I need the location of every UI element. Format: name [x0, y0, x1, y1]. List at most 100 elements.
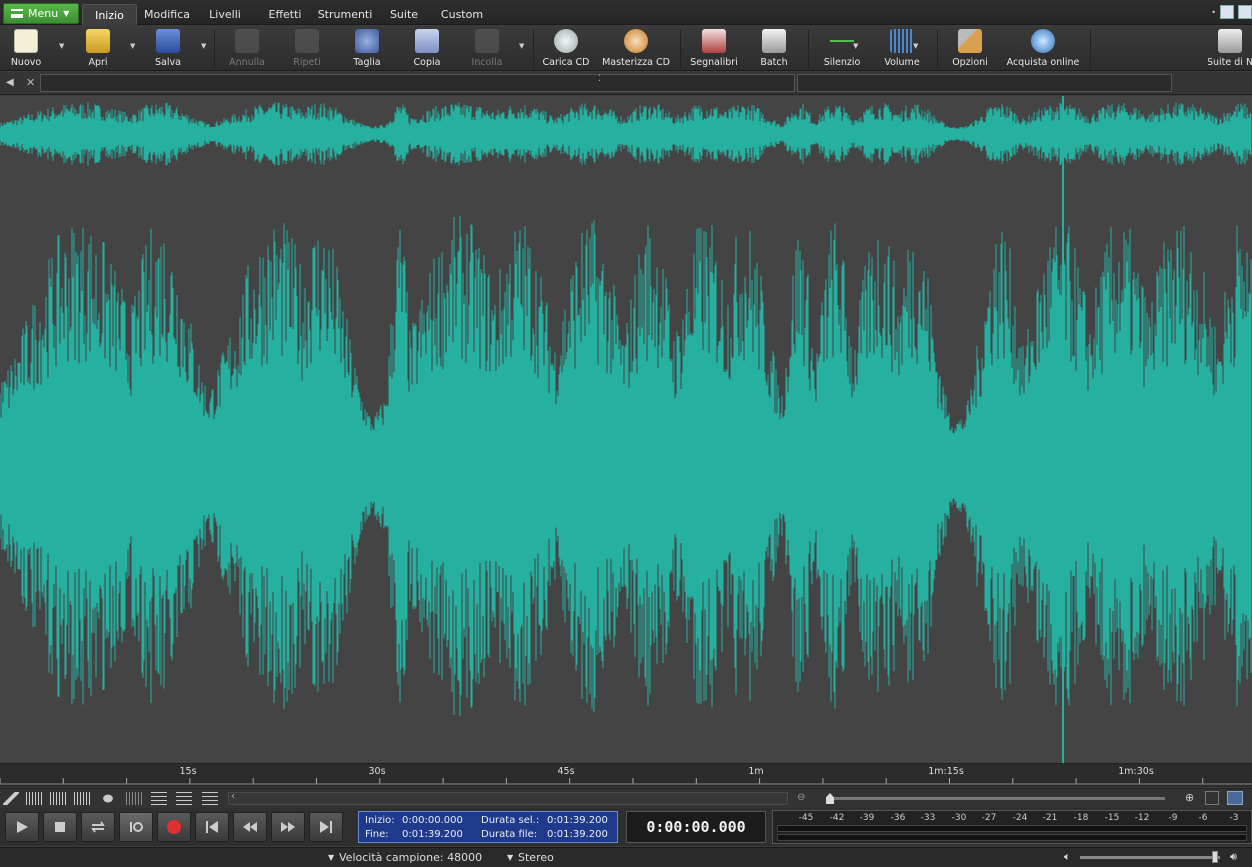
- meter-scale-label: -24: [1012, 813, 1028, 823]
- menu-button[interactable]: Menu ▼: [3, 3, 79, 24]
- volume-slider-thumb[interactable]: [1212, 851, 1218, 863]
- open-button[interactable]: Apri: [80, 28, 116, 69]
- overview-scroll-field-right[interactable]: [797, 74, 1172, 92]
- end-value[interactable]: 0:01:39.200: [402, 829, 463, 840]
- time-ruler[interactable]: 15s 30s 45s 1m 1m:15s 1m:30s: [0, 763, 1252, 787]
- copy-button[interactable]: Copia: [408, 28, 446, 69]
- overview-scroll-field[interactable]: [40, 74, 795, 92]
- restore-icon[interactable]: [1238, 5, 1252, 19]
- close-icon[interactable]: ✕: [26, 76, 35, 89]
- sample-rate-selector[interactable]: Velocità campione: 48000: [339, 851, 482, 864]
- horizontal-scrollbar[interactable]: ‹: [228, 791, 788, 805]
- options-button[interactable]: Opzioni: [948, 28, 992, 69]
- transport-bar: Inizio: 0:00:00.000 Durata sel.: 0:01:39…: [0, 808, 1252, 846]
- tab-custom[interactable]: Custom: [436, 4, 488, 25]
- zoom-out-icon[interactable]: ⊖: [797, 792, 805, 803]
- zoom-slider-thumb[interactable]: [826, 793, 834, 804]
- silence-label: Silenzio: [823, 57, 861, 68]
- waveform-canvas[interactable]: [0, 96, 1252, 763]
- loop-button[interactable]: [81, 812, 115, 842]
- meter-scale-label: -15: [1104, 813, 1120, 823]
- view-tools-strip: ‹ ⊖ ⊕: [0, 788, 1252, 808]
- grip-icon[interactable]: ⁚: [598, 74, 601, 84]
- volume-slider[interactable]: [1080, 856, 1220, 859]
- current-time-display: 0:00:00.000: [626, 811, 766, 843]
- spectral-icon[interactable]: [50, 792, 66, 805]
- batch-button[interactable]: Batch: [756, 28, 792, 69]
- suite-icon: [1218, 29, 1242, 53]
- list-icon[interactable]: [202, 792, 218, 805]
- channels-selector[interactable]: Stereo: [518, 851, 554, 864]
- meter-scale-label: -39: [859, 813, 875, 823]
- save-dropdown-icon[interactable]: ▼: [201, 42, 206, 50]
- save-button[interactable]: Salva: [150, 28, 186, 69]
- options-label: Opzioni: [952, 57, 988, 68]
- ribbon-toolbar: Nuovo ▼ Apri ▼ Salva ▼ Annulla Ripeti Ta…: [0, 26, 1252, 71]
- ribbon-options-icon[interactable]: •: [1211, 8, 1216, 17]
- chevron-down-icon[interactable]: ▼: [507, 853, 513, 862]
- suite-button[interactable]: Suite di N: [1208, 28, 1252, 69]
- rewind-button[interactable]: [233, 812, 267, 842]
- new-dropdown-icon[interactable]: ▼: [59, 42, 64, 50]
- tab-livelli[interactable]: Livelli: [202, 4, 248, 25]
- fast-forward-button[interactable]: [271, 812, 305, 842]
- burn-cd-button[interactable]: Masterizza CD: [600, 28, 672, 69]
- open-dropdown-icon[interactable]: ▼: [130, 42, 135, 50]
- zoom-fit-icon[interactable]: [1205, 791, 1219, 805]
- silence-dropdown-icon[interactable]: ▼: [853, 42, 858, 50]
- scrub-play-button[interactable]: [119, 812, 153, 842]
- paste-button[interactable]: Incolla: [466, 28, 508, 69]
- start-value[interactable]: 0:00:00.000: [402, 815, 463, 826]
- zoom-controls: ⊖ ⊕: [795, 791, 1252, 807]
- wave-tool-icon[interactable]: [26, 792, 42, 805]
- undo-icon: [235, 29, 259, 53]
- zoom-slider[interactable]: [827, 797, 1165, 800]
- skip-to-start-icon: [206, 821, 218, 833]
- tab-modifica[interactable]: Modifica: [140, 4, 194, 25]
- bookmarks-button[interactable]: Segnalibri: [688, 28, 740, 69]
- pencil-icon[interactable]: [3, 792, 19, 805]
- chevron-down-icon[interactable]: ▼: [328, 853, 334, 862]
- file-duration-value: 0:01:39.200: [547, 829, 608, 840]
- speaker-high-icon: 🔊︎: [1230, 850, 1237, 863]
- align-center-icon[interactable]: [176, 792, 192, 805]
- meter-scale-label: -6: [1198, 813, 1208, 823]
- loop-icon: [91, 821, 105, 833]
- tab-suite[interactable]: Suite: [384, 4, 424, 25]
- zoom-selection-icon[interactable]: [1227, 791, 1243, 805]
- new-document-icon: [14, 29, 38, 53]
- volume-dropdown-icon[interactable]: ▼: [913, 42, 918, 50]
- align-left-icon[interactable]: [151, 792, 167, 805]
- new-button[interactable]: Nuovo: [6, 28, 46, 69]
- scrub-icon[interactable]: [100, 792, 116, 805]
- tab-effetti[interactable]: Effetti: [262, 4, 308, 25]
- scissors-icon: [355, 29, 379, 53]
- go-to-start-button[interactable]: [195, 812, 229, 842]
- snap-icon[interactable]: [126, 792, 142, 805]
- file-duration-label: Durata file:: [481, 829, 538, 840]
- cut-button[interactable]: Taglia: [348, 28, 386, 69]
- buy-online-button[interactable]: Acquista online: [1004, 28, 1082, 69]
- toolbar-separator: [1090, 30, 1091, 68]
- minimize-icon[interactable]: [1220, 5, 1234, 19]
- record-button[interactable]: [157, 812, 191, 842]
- scrub-play-icon: [130, 822, 143, 832]
- redo-button[interactable]: Ripeti: [288, 28, 326, 69]
- waveform-view-icon[interactable]: [74, 792, 90, 805]
- paste-dropdown-icon[interactable]: ▼: [519, 42, 524, 50]
- zoom-in-icon[interactable]: ⊕: [1185, 791, 1194, 804]
- go-to-end-button[interactable]: [309, 812, 343, 842]
- tab-strumenti[interactable]: Strumenti: [316, 4, 374, 25]
- scroll-left-icon[interactable]: ‹: [231, 791, 235, 802]
- undo-button[interactable]: Annulla: [226, 28, 268, 69]
- load-cd-button[interactable]: Carica CD: [540, 28, 592, 69]
- tools-icon: [958, 29, 982, 53]
- tick-label: 1m: [748, 766, 764, 777]
- chevron-left-icon[interactable]: ◀: [6, 77, 14, 88]
- waveform-view[interactable]: [0, 96, 1252, 763]
- tab-inizio[interactable]: Inizio: [82, 4, 137, 25]
- stop-button[interactable]: [43, 812, 77, 842]
- copy-label: Copia: [413, 57, 441, 68]
- play-button[interactable]: [5, 812, 39, 842]
- fast-forward-icon: [281, 822, 295, 832]
